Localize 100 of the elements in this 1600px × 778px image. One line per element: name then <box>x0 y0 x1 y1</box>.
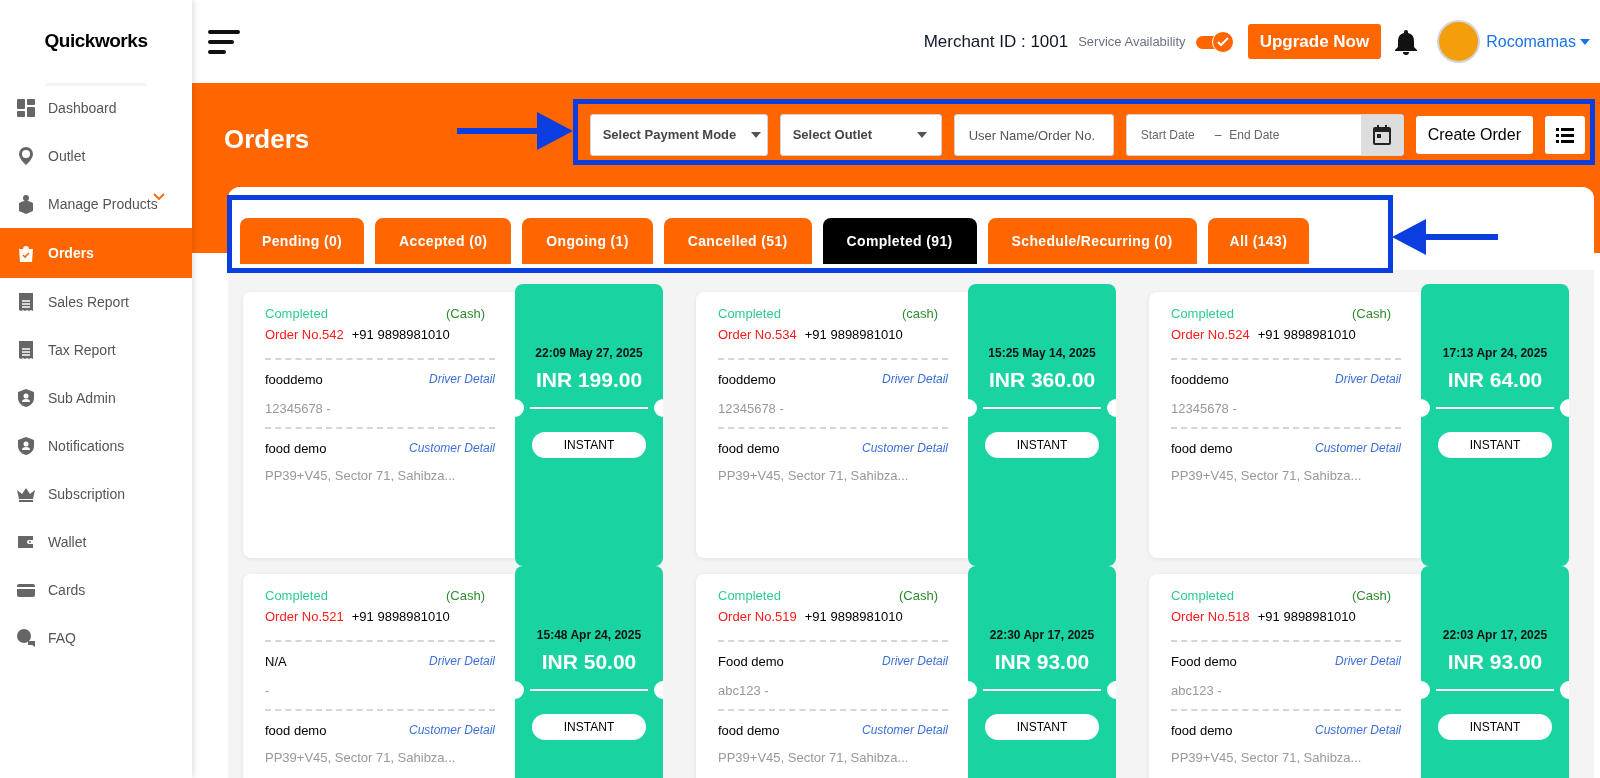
driver-detail-link[interactable]: Driver Detail <box>882 370 948 388</box>
order-tab[interactable]: All (143) <box>1207 218 1310 264</box>
order-status: Completed <box>1171 587 1234 605</box>
driver-name: fooddemo <box>718 371 776 389</box>
order-tab[interactable]: Pending (0) <box>240 218 365 264</box>
phone-number: +91 9898981010 <box>804 607 903 626</box>
delivery-type-badge: INSTANT <box>1438 713 1552 740</box>
order-datetime: 22:03 Apr 17, 2025 <box>1442 627 1548 644</box>
order-number: Order No.524 <box>1171 325 1250 344</box>
payment-method: (Cash) <box>1352 587 1391 605</box>
sidebar-item[interactable]: Dashboard <box>0 84 192 132</box>
help-chat-icon <box>16 628 36 648</box>
user-shield-icon <box>16 436 36 456</box>
date-separator: – <box>1213 127 1223 144</box>
customer-detail-link[interactable]: Customer Detail <box>1314 720 1401 739</box>
driver-name: fooddemo <box>265 371 323 389</box>
sidebar-item[interactable]: Sales Report <box>0 278 192 326</box>
sidebar-item[interactable]: Cards <box>0 566 192 614</box>
sidebar-item[interactable]: FAQ <box>0 614 192 662</box>
order-status: Completed <box>1171 305 1234 323</box>
order-tab[interactable]: Schedule/Recurring (0) <box>987 218 1197 264</box>
sidebar-item[interactable]: Orders <box>0 228 192 278</box>
driver-info: 12345678 - <box>265 399 332 417</box>
start-date-field[interactable]: Start Date <box>1126 126 1211 144</box>
driver-info: 12345678 - <box>1171 399 1238 417</box>
delivery-type-badge: INSTANT <box>532 431 646 458</box>
customer-address: PP39+V45, Sector 71, Sahibza... <box>718 749 910 767</box>
order-number: Order No.542 <box>265 325 344 344</box>
customer-detail-link[interactable]: Customer Detail <box>1314 438 1401 457</box>
merchant-id: Merchant ID : 1001 <box>923 30 1069 53</box>
search-field[interactable]: User Name/Order No. <box>953 114 1114 156</box>
sidebar-item[interactable]: Subscription <box>0 470 192 518</box>
customer-name: food demo <box>718 439 780 458</box>
sidebar-item[interactable]: Outlet <box>0 132 192 180</box>
order-tab[interactable]: Cancelled (51) <box>663 218 812 264</box>
order-status: Completed <box>718 587 781 605</box>
driver-name: fooddemo <box>1171 371 1229 389</box>
order-amount: INR 93.00 <box>994 649 1090 675</box>
service-toggle[interactable] <box>1195 30 1234 53</box>
order-amount: INR 93.00 <box>1447 649 1543 675</box>
user-shield-icon <box>16 388 36 408</box>
driver-name: N/A <box>265 653 287 671</box>
upgrade-button[interactable]: Upgrade Now <box>1247 24 1382 59</box>
box-icon <box>16 194 36 214</box>
service-label: Service Availability <box>1078 32 1186 51</box>
driver-info: - <box>265 681 271 699</box>
order-status: Completed <box>265 305 328 323</box>
driver-detail-link[interactable]: Driver Detail <box>1335 370 1401 388</box>
create-order-button[interactable]: Create Order <box>1415 116 1533 154</box>
order-number: Order No.521 <box>265 607 344 626</box>
order-number: Order No.519 <box>718 607 797 626</box>
payment-method: (Cash) <box>446 587 485 605</box>
driver-detail-link[interactable]: Driver Detail <box>429 652 495 670</box>
sidebar-item[interactable]: Tax Report <box>0 326 192 374</box>
order-amount: INR 50.00 <box>541 649 637 675</box>
driver-detail-link[interactable]: Driver Detail <box>1335 652 1401 670</box>
order-amount: INR 199.00 <box>535 367 643 393</box>
order-tab[interactable]: Accepted (0) <box>375 218 512 264</box>
customer-name: food demo <box>265 439 327 458</box>
order-datetime: 17:13 Apr 24, 2025 <box>1442 345 1548 362</box>
customer-detail-link[interactable]: Customer Detail <box>408 720 495 739</box>
order-number: Order No.534 <box>718 325 797 344</box>
driver-info: 12345678 - <box>718 399 785 417</box>
phone-number: +91 9898981010 <box>1257 607 1356 626</box>
driver-info: abc123 - <box>718 681 770 699</box>
page-title: Orders <box>224 123 310 156</box>
bell-icon[interactable] <box>1393 27 1420 56</box>
outlet-dropdown[interactable]: Select Outlet <box>779 114 942 156</box>
sidebar-item[interactable]: Manage Products <box>0 180 192 228</box>
order-status: Completed <box>265 587 328 605</box>
list-view-button[interactable] <box>1545 116 1585 154</box>
logo: Quickworks <box>44 29 148 54</box>
phone-number: +91 9898981010 <box>351 607 450 626</box>
calendar-button[interactable] <box>1360 115 1403 155</box>
customer-name: food demo <box>1171 439 1233 458</box>
customer-name: food demo <box>1171 721 1233 740</box>
user-menu[interactable]: Rocomamas <box>1486 29 1576 54</box>
location-pin-icon <box>16 146 36 166</box>
payment-method: (Cash) <box>1352 305 1391 323</box>
order-tab[interactable]: Ongoing (1) <box>522 218 653 264</box>
shopping-bag-icon <box>16 243 36 263</box>
customer-detail-link[interactable]: Customer Detail <box>861 438 948 457</box>
payment-method: (cash) <box>901 305 938 323</box>
order-tab[interactable]: Completed (91) <box>822 218 977 264</box>
sidebar-item[interactable]: Notifications <box>0 422 192 470</box>
driver-detail-link[interactable]: Driver Detail <box>882 652 948 670</box>
customer-detail-link[interactable]: Customer Detail <box>861 720 948 739</box>
order-amount: INR 360.00 <box>988 367 1096 393</box>
sidebar-item[interactable]: Sub Admin <box>0 374 192 422</box>
sidebar-item[interactable]: Wallet <box>0 518 192 566</box>
calendar-icon <box>1372 125 1391 145</box>
end-date-field[interactable]: End Date <box>1225 126 1326 144</box>
payment-method: (Cash) <box>899 587 938 605</box>
delivery-type-badge: INSTANT <box>985 713 1099 740</box>
customer-detail-link[interactable]: Customer Detail <box>408 438 495 457</box>
delivery-type-badge: INSTANT <box>532 713 646 740</box>
driver-detail-link[interactable]: Driver Detail <box>429 370 495 388</box>
customer-address: PP39+V45, Sector 71, Sahibza... <box>1171 467 1363 485</box>
menu-icon[interactable] <box>208 29 242 54</box>
payment-mode-dropdown[interactable]: Select Payment Mode <box>589 114 768 156</box>
